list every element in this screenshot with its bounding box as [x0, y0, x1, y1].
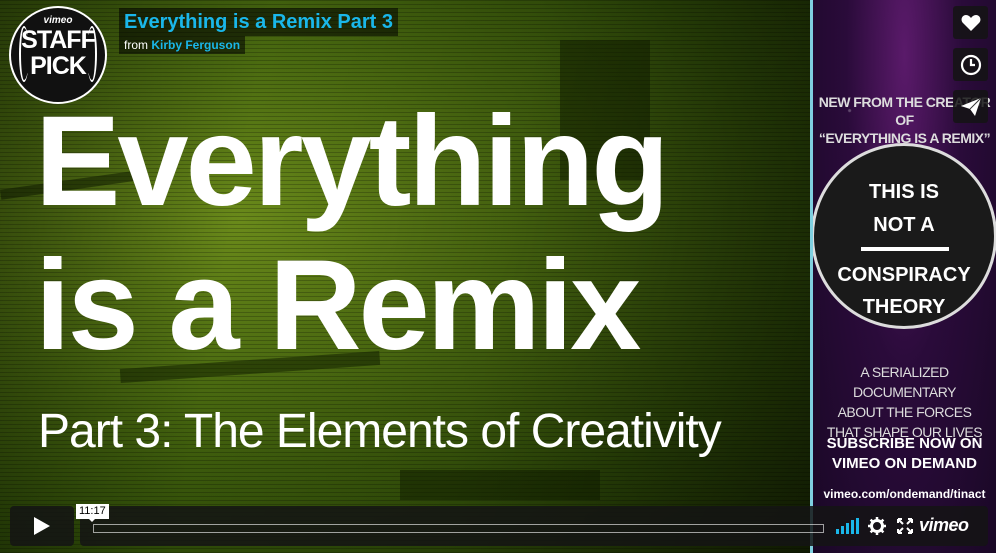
gear-icon [868, 517, 886, 535]
paper-plane-icon [960, 97, 981, 116]
ad-panel[interactable]: NEW FROM THE CREATOR OF “EVERYTHING IS A… [810, 0, 996, 553]
watch-later-button[interactable] [953, 48, 988, 81]
video-text-line2: is a Remix [35, 234, 641, 377]
byline-prefix: from [124, 38, 148, 52]
ad-circle-line3: CONSPIRACY [837, 264, 971, 286]
ad-url-link[interactable]: vimeo.com/ondemand/tinact [813, 487, 996, 501]
ad-description: A SERIALIZED DOCUMENTARY ABOUT THE FORCE… [813, 362, 996, 442]
video-player[interactable]: Everything is a Remix Part 3: The Elemen… [0, 0, 996, 553]
volume-bar [846, 523, 849, 534]
time-tooltip-pointer [88, 518, 96, 522]
volume-control[interactable] [836, 518, 860, 534]
clock-icon [960, 54, 981, 75]
ad-desc-line2: ABOUT THE FORCES [837, 404, 972, 420]
badge-line2: PICK [30, 52, 87, 80]
play-icon [34, 517, 50, 535]
video-text-subtitle: Part 3: The Elements of Creativity [38, 405, 722, 458]
share-button[interactable] [953, 90, 988, 123]
video-text-line1: Everything [35, 90, 669, 233]
ad-circle-line2: NOT A [873, 214, 935, 236]
ad-cta-line1: SUBSCRIBE NOW ON [826, 435, 983, 452]
settings-button[interactable] [867, 516, 887, 536]
like-button[interactable] [953, 6, 988, 39]
time-tooltip: 11:17 [76, 504, 109, 519]
staff-pick-badge[interactable]: vimeo STAFF PICK [9, 6, 107, 104]
play-button[interactable] [10, 506, 74, 546]
badge-brand: vimeo [43, 15, 73, 26]
control-bar: vimeo [80, 506, 988, 546]
ad-circle-line4: THEORY [862, 296, 946, 318]
vimeo-logo[interactable]: vimeo [919, 515, 969, 536]
ad-cta[interactable]: SUBSCRIBE NOW ON VIMEO ON DEMAND [813, 434, 996, 474]
fullscreen-icon [897, 518, 913, 534]
ad-circle-divider [861, 247, 949, 251]
ad-circle-graphic: THIS IS NOT A CONSPIRACY THEORY [813, 143, 996, 329]
progress-bar[interactable] [93, 524, 824, 533]
volume-bar [841, 526, 844, 534]
fullscreen-button[interactable] [895, 516, 915, 536]
ad-cta-line2: VIMEO ON DEMAND [831, 455, 977, 472]
badge-line1: STAFF [21, 26, 96, 54]
ad-desc-line1: A SERIALIZED DOCUMENTARY [853, 364, 956, 400]
byline: from Kirby Ferguson [119, 36, 246, 54]
ad-circle-line1: THIS IS [868, 181, 939, 203]
volume-bar [836, 529, 839, 534]
video-title-link[interactable]: Everything is a Remix Part 3 [119, 8, 399, 36]
author-link[interactable]: Kirby Ferguson [151, 38, 240, 52]
volume-bar [856, 518, 859, 534]
volume-bar [851, 520, 854, 534]
heart-icon [961, 14, 980, 31]
